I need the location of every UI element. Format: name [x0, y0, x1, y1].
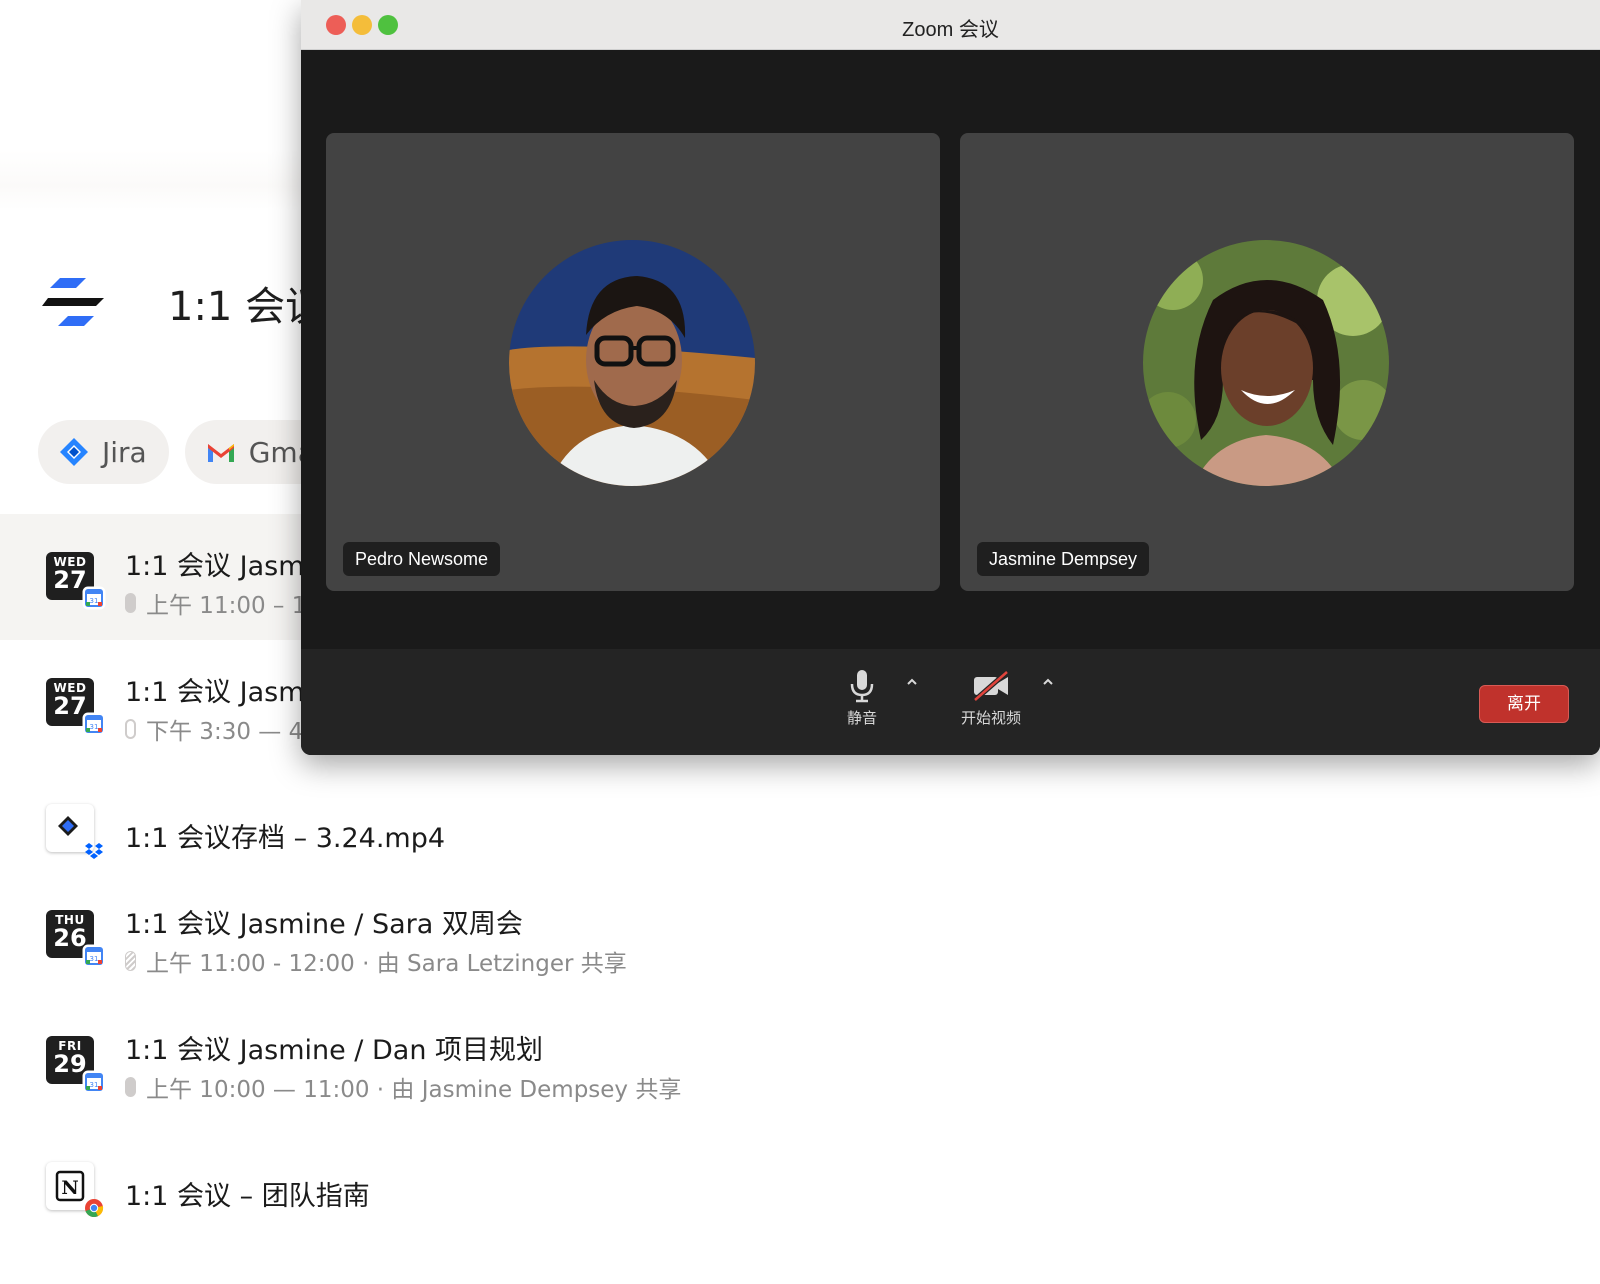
participant-avatar [509, 240, 755, 486]
search-bar[interactable]: 1:1 会议 [42, 268, 330, 338]
result-time: 上午 11:00 – 12 [146, 593, 321, 619]
result-title: 1:1 会议 Jasmi [125, 551, 312, 582]
participant-name: Pedro Newsome [343, 542, 501, 576]
chevron-up-icon[interactable] [1041, 675, 1055, 689]
zoom-meeting-window: Zoom 会议 Pedro Newsome Jasmine Dempsey 静音… [301, 0, 1600, 755]
calendar-date-icon: WED 27 31 [46, 678, 104, 734]
google-calendar-icon: 31 [84, 588, 104, 608]
result-item[interactable]: 1:1 会议存档 – 3.24.mp4 [0, 766, 1568, 872]
calendar-date-icon: WED 27 31 [46, 552, 104, 608]
participant-tile[interactable]: Pedro Newsome [326, 133, 940, 591]
filter-chips: Jira Gma [38, 420, 337, 484]
google-calendar-icon: 31 [84, 714, 104, 734]
chip-jira[interactable]: Jira [38, 420, 169, 484]
window-titlebar[interactable]: Zoom 会议 [301, 0, 1600, 50]
result-time: 下午 3:30 — 4: [146, 719, 311, 745]
meeting-controls-bar: 静音 开始视频 离开 [301, 649, 1600, 755]
result-subtitle: 下午 3:30 — 4: [125, 712, 311, 746]
status-pill [125, 951, 136, 971]
video-stage: Pedro Newsome Jasmine Dempsey [301, 51, 1600, 649]
header-divider [0, 150, 320, 210]
mute-button[interactable]: 静音 [841, 669, 883, 728]
video-label: 开始视频 [960, 709, 1021, 727]
result-subtitle: 上午 11:00 - 12:00 · 由 Sara Letzinger 共享 [125, 944, 627, 978]
result-time: 上午 10:00 — 11:00 · 由 Jasmine Dempsey 共享 [146, 1077, 682, 1103]
result-item[interactable]: THU 26 31 1:1 会议 Jasmine / Sara 双周会 上午 1… [0, 872, 1568, 998]
mute-label: 静音 [846, 709, 877, 727]
result-time: 上午 11:00 - 12:00 · 由 Sara Letzinger 共享 [146, 951, 627, 977]
video-off-icon [973, 670, 1009, 702]
result-subtitle: 上午 10:00 — 11:00 · 由 Jasmine Dempsey 共享 [125, 1070, 681, 1104]
result-subtitle: 上午 11:00 – 12 [125, 586, 321, 620]
result-item[interactable]: N 1:1 会议 – 团队指南 [0, 1124, 1568, 1230]
google-calendar-icon: 31 [84, 946, 104, 966]
gmail-icon [207, 444, 234, 462]
chevron-up-icon[interactable] [905, 675, 919, 689]
file-icon [46, 804, 103, 859]
svg-text:31: 31 [90, 955, 99, 963]
result-title: 1:1 会议 Jasmi [125, 677, 312, 708]
participant-tile[interactable]: Jasmine Dempsey [960, 133, 1574, 591]
svg-text:N: N [61, 1177, 78, 1199]
calendar-date-icon: THU 26 31 [46, 910, 104, 966]
result-title: 1:1 会议 – 团队指南 [125, 1181, 370, 1212]
chrome-icon [85, 1199, 104, 1218]
dropbox-icon [85, 843, 103, 859]
leave-meeting-button[interactable]: 离开 [1479, 685, 1569, 723]
microphone-icon [850, 670, 874, 703]
svg-text:31: 31 [90, 723, 99, 731]
result-title: 1:1 会议 Jasmine / Sara 双周会 [125, 909, 523, 940]
status-pill [125, 593, 136, 613]
app-logo-icon [42, 278, 104, 326]
chip-jira-label: Jira [102, 435, 147, 469]
file-icon: N [46, 1162, 104, 1218]
jira-icon [60, 438, 88, 466]
window-title: Zoom 会议 [902, 19, 999, 41]
participant-name: Jasmine Dempsey [977, 542, 1150, 576]
result-item[interactable]: FRI 29 31 1:1 会议 Jasmine / Dan 项目规划 上午 1… [0, 998, 1568, 1124]
participant-avatar [1143, 240, 1389, 486]
result-title: 1:1 会议 Jasmine / Dan 项目规划 [125, 1035, 544, 1066]
google-calendar-icon: 31 [84, 1072, 104, 1092]
result-title: 1:1 会议存档 – 3.24.mp4 [125, 823, 446, 854]
svg-text:31: 31 [90, 597, 99, 605]
status-pill [125, 1077, 136, 1097]
status-pill [125, 719, 136, 739]
svg-text:31: 31 [90, 1081, 99, 1089]
calendar-date-icon: FRI 29 31 [46, 1036, 104, 1092]
start-video-button[interactable]: 开始视频 [951, 669, 1031, 728]
